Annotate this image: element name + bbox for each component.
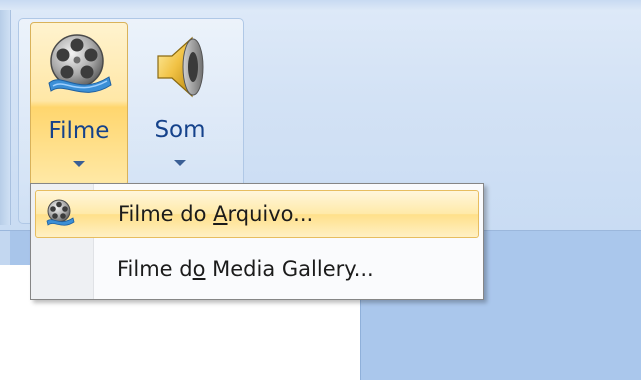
workspace-left-strip xyxy=(0,231,10,265)
mnemonic-letter: A xyxy=(213,202,228,226)
menu-item-movie-from-media-gallery[interactable]: Filme do Media Gallery... xyxy=(35,246,477,292)
chevron-down-icon xyxy=(73,161,85,167)
chevron-down-icon xyxy=(174,160,186,166)
film-reel-icon xyxy=(48,34,112,93)
menu-item-label: Filme do Media Gallery... xyxy=(117,257,374,281)
menu-item-label: Filme do Arquivo... xyxy=(118,202,314,226)
insert-movie-menu: Filme do Arquivo... Filme do Media Galle… xyxy=(30,183,484,300)
som-button-label: Som xyxy=(154,117,206,143)
menu-item-movie-from-file[interactable]: Filme do Arquivo... xyxy=(35,190,479,238)
ribbon-top-strip xyxy=(0,0,641,10)
mnemonic-letter: o xyxy=(192,257,206,281)
filme-button-label: Filme xyxy=(48,118,110,144)
som-button[interactable]: Som xyxy=(132,22,228,184)
film-reel-icon xyxy=(46,199,75,226)
filme-button[interactable]: Filme xyxy=(30,22,128,186)
speaker-icon xyxy=(157,36,204,98)
ribbon-left-edge xyxy=(0,10,11,225)
